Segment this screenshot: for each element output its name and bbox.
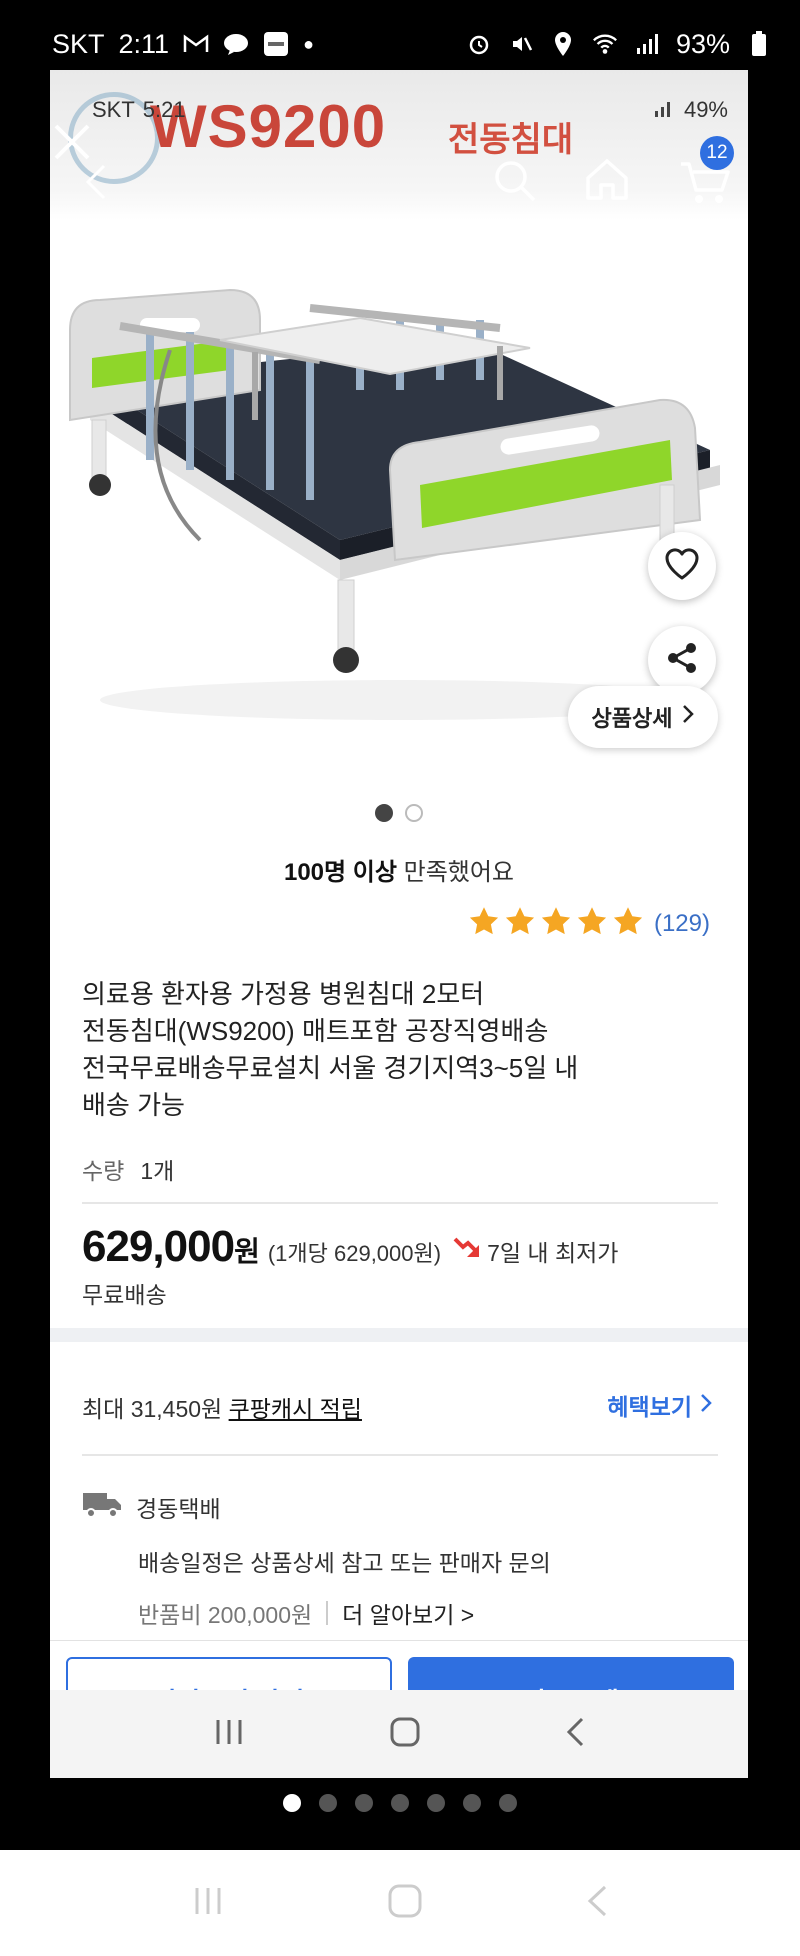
satisfaction-count: 100명 이상	[283, 859, 397, 886]
price-value: 629,000	[82, 1222, 235, 1271]
page-dot[interactable]	[499, 1794, 517, 1812]
unit-price: (1개당 629,000원)	[267, 1241, 442, 1266]
product-title-line: 배송 가능	[82, 1090, 185, 1120]
delivery-schedule: 배송일정은 상품상세 참고 또는 판매자 문의	[138, 1550, 551, 1576]
truck-icon	[82, 1490, 122, 1524]
rating-summary[interactable]: (129)	[468, 906, 710, 941]
outer-system-nav	[0, 1850, 800, 1956]
shipping-info: 무료배송	[82, 1282, 167, 1308]
star-icon	[504, 906, 536, 941]
signal-icon	[634, 31, 660, 57]
inner-battery-label: 49%	[683, 97, 728, 122]
battery-icon	[746, 31, 772, 57]
section-separator	[50, 1328, 748, 1342]
wifi-icon	[592, 31, 618, 57]
page-dot[interactable]	[427, 1794, 445, 1812]
heart-icon	[664, 547, 700, 585]
satisfaction-summary: 100명 이상 만족했어요	[50, 852, 748, 887]
recent-apps-icon[interactable]	[191, 1885, 225, 1922]
gmail-icon	[183, 31, 209, 57]
star-icon	[540, 906, 572, 941]
quantity-label: 수량	[82, 1158, 125, 1184]
wishlist-button[interactable]	[648, 532, 716, 600]
inner-carrier-label: SKT	[92, 97, 135, 122]
divider	[82, 1454, 718, 1456]
quantity-row: 수량 1개	[82, 1152, 174, 1186]
inner-clock-label: 5:21	[142, 97, 186, 122]
price-row: 629,000 원 (1개당 629,000원) 7일 내 최저가	[82, 1222, 618, 1272]
star-icon	[468, 906, 500, 941]
satisfaction-text: 만족했어요	[403, 859, 515, 886]
inner-status-bar: SKT 5:21 49%	[88, 90, 728, 130]
recent-apps-icon[interactable]	[212, 1717, 246, 1752]
lowest-price-label: 7일 내 최저가	[487, 1240, 619, 1266]
return-fee-row: 반품비 200,000원 더 알아보기 >	[138, 1596, 474, 1630]
cart-count-badge: 12	[700, 136, 734, 170]
share-button[interactable]	[648, 626, 716, 694]
search-icon[interactable]	[490, 156, 540, 206]
cashback-link[interactable]: 쿠팡캐시 적립	[229, 1396, 362, 1422]
divider	[82, 1202, 718, 1204]
chat-icon	[223, 31, 249, 57]
gallery-page-indicator	[0, 1794, 800, 1812]
close-icon[interactable]	[50, 120, 94, 164]
back-icon[interactable]	[80, 162, 110, 202]
mute-icon	[508, 31, 534, 57]
star-icon	[576, 906, 608, 941]
share-icon	[665, 641, 699, 680]
product-title-line: 전국무료배송무료설치 서울 경기지역3~5일 내	[82, 1053, 579, 1083]
image-carousel-indicator	[50, 804, 748, 822]
courier-row: 경동택배	[82, 1490, 221, 1524]
inner-system-nav	[50, 1690, 748, 1778]
carrier-label: SKT	[52, 28, 105, 59]
back-nav-icon[interactable]	[585, 1884, 609, 1923]
location-icon	[550, 31, 576, 57]
product-detail-button[interactable]: 상품상세	[568, 686, 718, 748]
return-fee: 반품비 200,000원	[138, 1602, 313, 1628]
home-button-icon[interactable]	[389, 1716, 421, 1753]
quantity-value: 1개	[140, 1158, 175, 1184]
view-benefits-link[interactable]: 혜택보기	[607, 1388, 712, 1422]
ably-icon	[263, 31, 289, 57]
cashback-amount: 최대 31,450원	[82, 1396, 223, 1422]
price-currency: 원	[234, 1236, 260, 1267]
product-title-line: 의료용 환자용 가정용 병원침대 2모터	[82, 979, 485, 1009]
page-dot[interactable]	[391, 1794, 409, 1812]
star-icon	[612, 906, 644, 941]
view-benefits-label: 혜택보기	[607, 1394, 692, 1420]
chevron-right-icon	[682, 704, 695, 730]
clock-label: 2:11	[118, 28, 170, 59]
battery-label: 93%	[675, 28, 730, 59]
page-dot[interactable]	[463, 1794, 481, 1812]
page-dot-active[interactable]	[283, 1794, 301, 1812]
app-screenshot: WS9200 전동침대 SKT 5:21 49% 12 상품상세 100명 이상…	[50, 70, 748, 1778]
home-icon[interactable]	[582, 154, 632, 204]
home-button-icon[interactable]	[387, 1883, 423, 1924]
product-title-line: 전동침대(WS9200) 매트포함 공장직영배송	[82, 1016, 549, 1046]
page-dot[interactable]	[319, 1794, 337, 1812]
inner-signal-icon	[654, 97, 674, 123]
alarm-icon	[466, 31, 492, 57]
chevron-right-icon	[700, 1392, 712, 1419]
product-detail-label: 상품상세	[591, 706, 673, 731]
product-image-area[interactable]: WS9200 전동침대 SKT 5:21 49% 12 상품상세	[50, 70, 748, 770]
product-title: 의료용 환자용 가정용 병원침대 2모터 전동침대(WS9200) 매트포함 공…	[82, 976, 712, 1124]
more-notifications-icon: ●	[303, 33, 314, 54]
learn-more-link[interactable]: 더 알아보기 >	[342, 1596, 474, 1630]
trend-down-icon	[453, 1235, 481, 1267]
carousel-dot-active[interactable]	[375, 804, 393, 822]
carousel-dot[interactable]	[405, 804, 423, 822]
page-dot[interactable]	[355, 1794, 373, 1812]
lowest-price-badge: 7일 내 최저가	[453, 1234, 618, 1268]
review-count[interactable]: (129)	[654, 910, 710, 938]
cashback-info: 최대 31,450원 쿠팡캐시 적립	[82, 1390, 362, 1424]
courier-name: 경동택배	[136, 1496, 221, 1522]
divider	[326, 1601, 329, 1625]
back-nav-icon[interactable]	[564, 1716, 586, 1753]
